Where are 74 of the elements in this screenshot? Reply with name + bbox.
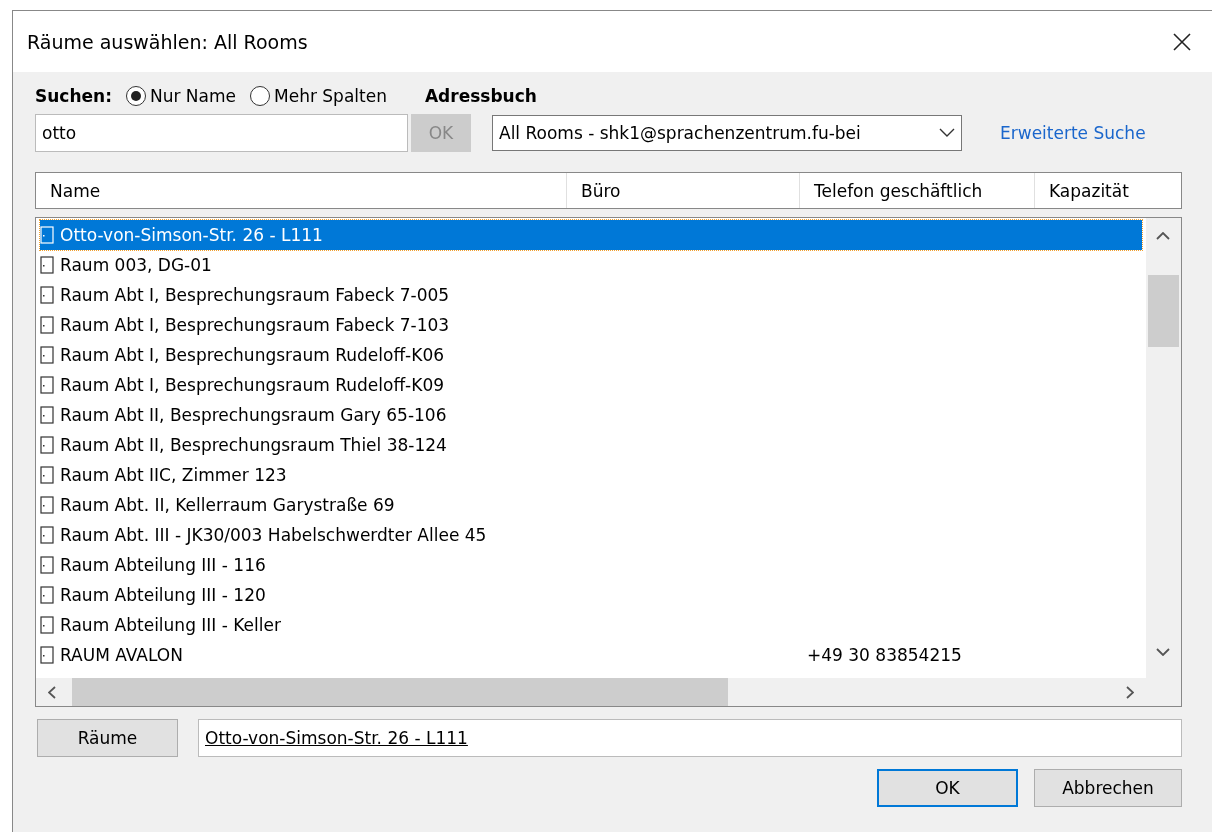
scrollbar-thumb[interactable] (72, 678, 728, 706)
room-row[interactable]: Raum Abt. III - JK30/003 Habelschwerdter Allee 45 (40, 520, 1142, 550)
column-header[interactable]: Name (36, 173, 566, 208)
room-icon (40, 646, 54, 664)
room-icon (40, 256, 54, 274)
room-row[interactable]: Raum 003, DG-01 (40, 250, 1142, 280)
radio-button[interactable] (250, 86, 270, 106)
room-name: Otto-von-Simson-Str. 26 - L111 (60, 225, 323, 245)
room-name: Raum Abt II, Besprechungsraum Gary 65-106 (60, 405, 447, 425)
room-name: Raum Abt. III - JK30/003 Habelschwerdter Allee 45 (60, 525, 487, 545)
room-row[interactable]: Raum Abt. II, Kellerraum Garystraße 69 (40, 490, 1142, 520)
room-icon (40, 346, 54, 364)
advanced-search-link[interactable]: Erweiterte Suche (1000, 123, 1146, 143)
column-header[interactable]: Büro (566, 173, 799, 208)
room-name: Raum Abteilung III - 120 (60, 585, 266, 605)
room-row[interactable]: Raum Abt I, Besprechungsraum Fabeck 7-005 (40, 280, 1142, 310)
search-label: Suchen: (35, 86, 112, 106)
phone-number: +49 30 83854215 (807, 645, 962, 665)
scrollbar-thumb[interactable] (1148, 275, 1179, 347)
vertical-scrollbar[interactable] (1146, 218, 1181, 706)
room-row[interactable]: Raum Abteilung III - Keller (40, 610, 1142, 640)
room-row[interactable]: Raum Abt I, Besprechungsraum Rudeloff-K09 (40, 370, 1142, 400)
room-name: Raum Abt. II, Kellerraum Garystraße 69 (60, 495, 395, 515)
room-icon (40, 526, 54, 544)
room-icon (40, 616, 54, 634)
column-header[interactable]: Telefon geschäftlich (799, 173, 1034, 208)
room-row[interactable]: Raum Abt I, Besprechungsraum Fabeck 7-103 (40, 310, 1142, 340)
room-name: Raum Abteilung III - 116 (60, 555, 266, 575)
chevron-down-icon (939, 128, 955, 138)
room-row[interactable]: Raum Abt II, Besprechungsraum Thiel 38-124 (40, 430, 1142, 460)
close-icon[interactable] (1172, 31, 1192, 52)
room-name: RAUM AVALON (60, 645, 183, 665)
radio-label[interactable]: Nur Name (149, 86, 236, 106)
rooms-field[interactable]: Otto-von-Simson-Str. 26 - L111 (198, 719, 1182, 757)
address-book-dropdown[interactable]: All Rooms - shk1@sprachenzentrum.fu-bei (492, 115, 962, 151)
room-name: Raum 003, DG-01 (60, 255, 212, 275)
room-icon (40, 316, 54, 334)
room-row[interactable]: Raum Abteilung III - 116 (40, 550, 1142, 580)
chevron-up-icon (1156, 232, 1170, 240)
room-name: Raum Abt I, Besprechungsraum Rudeloff-K09 (60, 375, 445, 395)
window-title: Räume auswählen: All Rooms (27, 30, 308, 53)
dialog-button[interactable]: Abbrechen (1034, 769, 1182, 807)
chevron-down-icon (1156, 648, 1170, 656)
search-field[interactable]: otto (35, 114, 408, 152)
room-row[interactable]: RAUM AVALON +49 30 83854215 (40, 640, 1142, 670)
room-icon (40, 406, 54, 424)
chevron-left-icon (48, 686, 56, 699)
room-name: Raum Abteilung III - Keller (60, 615, 281, 635)
rooms-button[interactable]: Räume (37, 719, 178, 757)
room-row[interactable]: Otto-von-Simson-Str. 26 - L111 (40, 220, 1142, 250)
room-name: Raum Abt I, Besprechungsraum Fabeck 7-103 (60, 315, 450, 335)
room-row[interactable]: Raum Abt I, Besprechungsraum Rudeloff-K06 (40, 340, 1142, 370)
room-row[interactable]: Raum Abt IIC, Zimmer 123 (40, 460, 1142, 490)
radio-label[interactable]: Mehr Spalten (274, 86, 387, 106)
room-icon (40, 226, 54, 244)
room-name: Raum Abt I, Besprechungsraum Fabeck 7-005 (60, 285, 450, 305)
room-icon (40, 436, 54, 454)
radio-button[interactable] (125, 86, 146, 106)
room-name: Raum Abt I, Besprechungsraum Rudeloff-K06 (60, 345, 445, 365)
room-icon (40, 586, 54, 604)
column-header[interactable]: Kapazität (1034, 173, 1181, 208)
room-icon (40, 376, 54, 394)
room-icon (40, 286, 54, 304)
dialog-button[interactable]: OK (877, 769, 1018, 807)
room-row[interactable]: Raum Abteilung III - 120 (40, 580, 1142, 610)
chevron-right-icon (1126, 686, 1134, 699)
address-book-label: Adressbuch (424, 86, 537, 106)
horizontal-scrollbar[interactable] (36, 678, 1146, 706)
room-name: Raum Abt IIC, Zimmer 123 (60, 465, 287, 485)
room-icon (40, 466, 54, 484)
room-row[interactable]: Raum Abt II, Besprechungsraum Gary 65-106 (40, 400, 1142, 430)
room-icon (40, 556, 54, 574)
room-name: Raum Abt II, Besprechungsraum Thiel 38-124 (60, 435, 447, 455)
room-icon (40, 496, 54, 514)
